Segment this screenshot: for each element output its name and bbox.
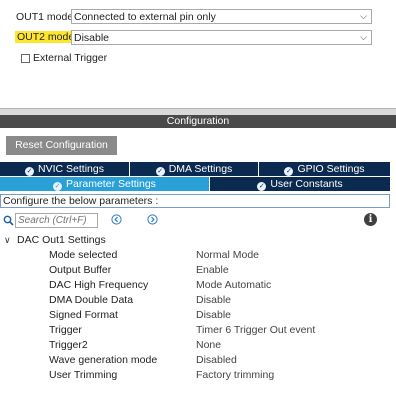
tab-gpio-settings[interactable]: ✓ GPIO Settings [259, 162, 390, 176]
parameter-value[interactable]: Mode Automatic [196, 279, 271, 291]
tab-row-1: ✓ NVIC Settings ✓ DMA Settings ✓ GPIO Setti… [0, 162, 390, 176]
parameter-row[interactable]: User Trimming Factory trimming [0, 368, 396, 383]
tab-dma-settings[interactable]: ✓ DMA Settings [130, 162, 259, 176]
parameter-row[interactable]: DMA Double Data Disable [0, 293, 396, 308]
tab-nvic-settings[interactable]: ✓ NVIC Settings [0, 162, 130, 176]
parameter-name: Signed Format [49, 309, 118, 321]
external-trigger-checkbox[interactable] [21, 54, 30, 63]
search-icon [3, 215, 14, 226]
parameter-row[interactable]: Output Buffer Enable [0, 263, 396, 278]
parameter-row[interactable]: Trigger Timer 6 Trigger Out event [0, 323, 396, 338]
parameter-name: Output Buffer [49, 264, 112, 276]
tab-label: User Constants [270, 178, 343, 190]
out2-mode-select[interactable]: Disable ⌵ [71, 30, 372, 45]
out2-mode-label: OUT2 mode [15, 31, 77, 43]
parameter-row[interactable]: Trigger2 None [0, 338, 396, 353]
search-previous-button[interactable] [111, 214, 122, 225]
check-circle-icon: ✓ [284, 167, 294, 176]
tab-label: GPIO Settings [297, 163, 365, 175]
out1-mode-value: Connected to external pin only [74, 11, 216, 23]
out2-mode-value: Disable [74, 32, 110, 44]
parameter-row[interactable]: Signed Format Disable [0, 308, 396, 323]
parameters-caption-box: Configure the below parameters : [0, 194, 390, 208]
group-collapse-toggle[interactable]: ∨ [4, 235, 11, 246]
parameter-value[interactable]: Disable [196, 309, 231, 321]
parameter-name: Wave generation mode [49, 354, 158, 366]
parameter-value[interactable]: Disable [196, 294, 231, 306]
parameter-value[interactable]: Enable [196, 264, 229, 276]
tab-label: NVIC Settings [38, 163, 104, 175]
out1-mode-label: OUT1 mode [16, 11, 74, 23]
info-icon[interactable]: i [364, 213, 377, 226]
check-circle-icon: ✓ [53, 182, 63, 191]
parameter-value[interactable]: None [196, 339, 221, 351]
reset-configuration-button[interactable]: Reset Configuration [6, 136, 117, 155]
out1-mode-select[interactable]: Connected to external pin only ⌵ [71, 9, 372, 24]
parameter-value[interactable]: Factory trimming [196, 369, 274, 381]
parameter-value[interactable]: Timer 6 Trigger Out event [196, 324, 315, 336]
configuration-title: Configuration [166, 115, 230, 127]
parameters-caption: Configure the below parameters : [3, 195, 159, 207]
group-title: DAC Out1 Settings [17, 234, 106, 246]
tab-label: Parameter Settings [66, 178, 156, 190]
chevron-down-icon: ⌵ [360, 32, 367, 42]
parameter-value[interactable]: Disabled [196, 354, 237, 366]
tab-parameter-settings[interactable]: ✓ Parameter Settings [0, 177, 210, 191]
parameter-row[interactable]: Wave generation mode Disabled [0, 353, 396, 368]
parameter-name: DMA Double Data [49, 294, 134, 306]
parameter-name: User Trimming [49, 369, 118, 381]
parameter-name: Mode selected [49, 249, 118, 261]
parameter-name: DAC High Frequency [49, 279, 149, 291]
check-circle-icon: ✓ [257, 182, 267, 191]
tab-user-constants[interactable]: ✓ User Constants [210, 177, 390, 191]
parameter-row[interactable]: Mode selected Normal Mode [0, 248, 396, 263]
search-next-button[interactable] [147, 214, 158, 225]
check-circle-icon: ✓ [25, 167, 35, 176]
search-input[interactable] [15, 213, 98, 228]
tab-row-2: ✓ Parameter Settings ✓ User Constants [0, 177, 390, 191]
check-circle-icon: ✓ [155, 167, 165, 176]
chevron-down-icon: ⌵ [360, 11, 367, 21]
parameter-row[interactable]: DAC High Frequency Mode Automatic [0, 278, 396, 293]
parameter-value[interactable]: Normal Mode [196, 249, 259, 261]
parameter-name: Trigger2 [49, 339, 88, 351]
tab-label: DMA Settings [168, 163, 233, 175]
parameter-name: Trigger [49, 324, 82, 336]
external-trigger-label: External Trigger [33, 52, 108, 64]
configuration-header: Configuration [0, 115, 396, 128]
